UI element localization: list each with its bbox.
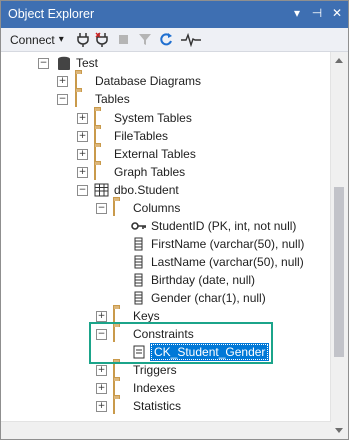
tree-node-label: System Tables	[114, 111, 192, 125]
expand-toggle[interactable]: +	[77, 113, 88, 124]
stop-icon[interactable]	[118, 32, 130, 47]
column-icon	[134, 273, 143, 287]
folder-icon	[94, 128, 96, 144]
tree-node-statistics[interactable]: Statistics	[113, 397, 181, 415]
tree-node-dbo-student[interactable]: dbo.Student	[94, 181, 179, 199]
tree-node-label: Graph Tables	[114, 165, 186, 179]
title-bar: Object Explorer ▾ ⊣ ✕	[1, 1, 348, 28]
expand-toggle[interactable]: +	[96, 383, 107, 394]
folder-icon	[113, 200, 115, 216]
collapse-toggle[interactable]: −	[77, 185, 88, 196]
tree-node-column-gender[interactable]: Gender (char(1), null)	[131, 289, 266, 307]
tree-node-label: External Tables	[114, 147, 196, 161]
connect-button[interactable]: Connect ▾	[10, 32, 64, 47]
scroll-up-icon[interactable]	[335, 58, 343, 63]
refresh-icon[interactable]	[159, 32, 173, 47]
connect-label: Connect	[10, 32, 55, 47]
activity-monitor-icon[interactable]	[181, 32, 201, 47]
tree-node-label: LastName (varchar(50), null)	[151, 255, 304, 269]
folder-icon	[75, 73, 77, 89]
tree-node-filetables[interactable]: FileTables	[94, 127, 168, 145]
tree-node-label: Indexes	[133, 381, 176, 395]
tree-node-column-firstname[interactable]: FirstName (varchar(50), null)	[131, 235, 304, 253]
tree-node-label: FirstName (varchar(50), null)	[151, 237, 305, 251]
tree-node-label: FileTables	[114, 129, 169, 143]
vertical-scrollbar[interactable]	[330, 52, 348, 439]
tree-node-label: Birthday (date, null)	[151, 273, 256, 287]
tree-node-label: Keys	[133, 309, 160, 323]
folder-icon	[113, 398, 115, 414]
tree-node-external-tables[interactable]: External Tables	[94, 145, 196, 163]
column-icon	[134, 291, 143, 305]
tree-node-label: Triggers	[133, 363, 177, 377]
database-icon	[58, 56, 70, 70]
tree-node-label: Statistics	[133, 399, 182, 413]
tree-node-label: Test	[76, 56, 99, 70]
expand-toggle[interactable]: +	[96, 365, 107, 376]
tree-node-label: Tables	[95, 92, 130, 106]
tree-node-column-studentid[interactable]: StudentID (PK, int, not null)	[131, 217, 296, 235]
tree-node-tables[interactable]: Tables	[75, 90, 130, 108]
object-explorer-window: Object Explorer ▾ ⊣ ✕ Connect ▾ − Test +…	[0, 0, 349, 440]
object-tree: − Test + Database Diagrams − Tables + Sy…	[1, 52, 331, 439]
key-icon	[131, 222, 146, 230]
folder-icon	[94, 110, 96, 126]
tree-node-label: StudentID (PK, int, not null)	[151, 219, 297, 233]
folder-icon	[75, 91, 77, 107]
tree-node-columns[interactable]: Columns	[113, 199, 180, 217]
tree-node-graph-tables[interactable]: Graph Tables	[94, 163, 185, 181]
collapse-toggle[interactable]: −	[57, 94, 68, 105]
horizontal-scrollbar[interactable]	[1, 421, 331, 439]
tree-node-system-tables[interactable]: System Tables	[94, 109, 192, 127]
disconnect-icon[interactable]	[95, 32, 109, 47]
pin-icon[interactable]: ⊣	[310, 6, 324, 20]
plug-icon[interactable]	[76, 32, 90, 47]
folder-icon	[94, 146, 96, 162]
column-icon	[134, 237, 143, 251]
expand-toggle[interactable]: +	[77, 167, 88, 178]
window-title: Object Explorer	[8, 7, 95, 21]
scroll-down-icon[interactable]	[335, 428, 343, 433]
expand-toggle[interactable]: +	[57, 76, 68, 87]
filter-icon[interactable]	[138, 32, 152, 47]
tree-node-label: Database Diagrams	[95, 74, 202, 88]
folder-icon	[113, 362, 115, 378]
expand-toggle[interactable]: +	[77, 131, 88, 142]
column-icon	[134, 255, 143, 269]
close-icon[interactable]: ✕	[330, 6, 344, 20]
collapse-toggle[interactable]: −	[38, 58, 49, 69]
dropdown-icon[interactable]: ▾	[290, 6, 304, 20]
table-icon	[94, 183, 109, 197]
tree-node-label: dbo.Student	[114, 183, 179, 197]
tree-node-label: Gender (char(1), null)	[151, 291, 266, 305]
toolbar: Connect ▾	[1, 28, 348, 52]
collapse-toggle[interactable]: −	[96, 203, 107, 214]
tree-node-column-birthday[interactable]: Birthday (date, null)	[131, 271, 255, 289]
title-bar-controls: ▾ ⊣ ✕	[290, 6, 344, 20]
tree-node-label: Columns	[133, 201, 181, 215]
folder-icon	[113, 380, 115, 396]
tree-node-indexes[interactable]: Indexes	[113, 379, 175, 397]
expand-toggle[interactable]: +	[77, 149, 88, 160]
folder-icon	[94, 164, 96, 180]
scrollbar-thumb[interactable]	[334, 187, 344, 357]
tree-node-column-lastname[interactable]: LastName (varchar(50), null)	[131, 253, 304, 271]
highlight-box	[89, 322, 273, 364]
expand-toggle[interactable]: +	[96, 311, 107, 322]
expand-toggle[interactable]: +	[96, 401, 107, 412]
chevron-down-icon: ▾	[58, 34, 64, 45]
tree-node-database-diagrams[interactable]: Database Diagrams	[75, 72, 201, 90]
